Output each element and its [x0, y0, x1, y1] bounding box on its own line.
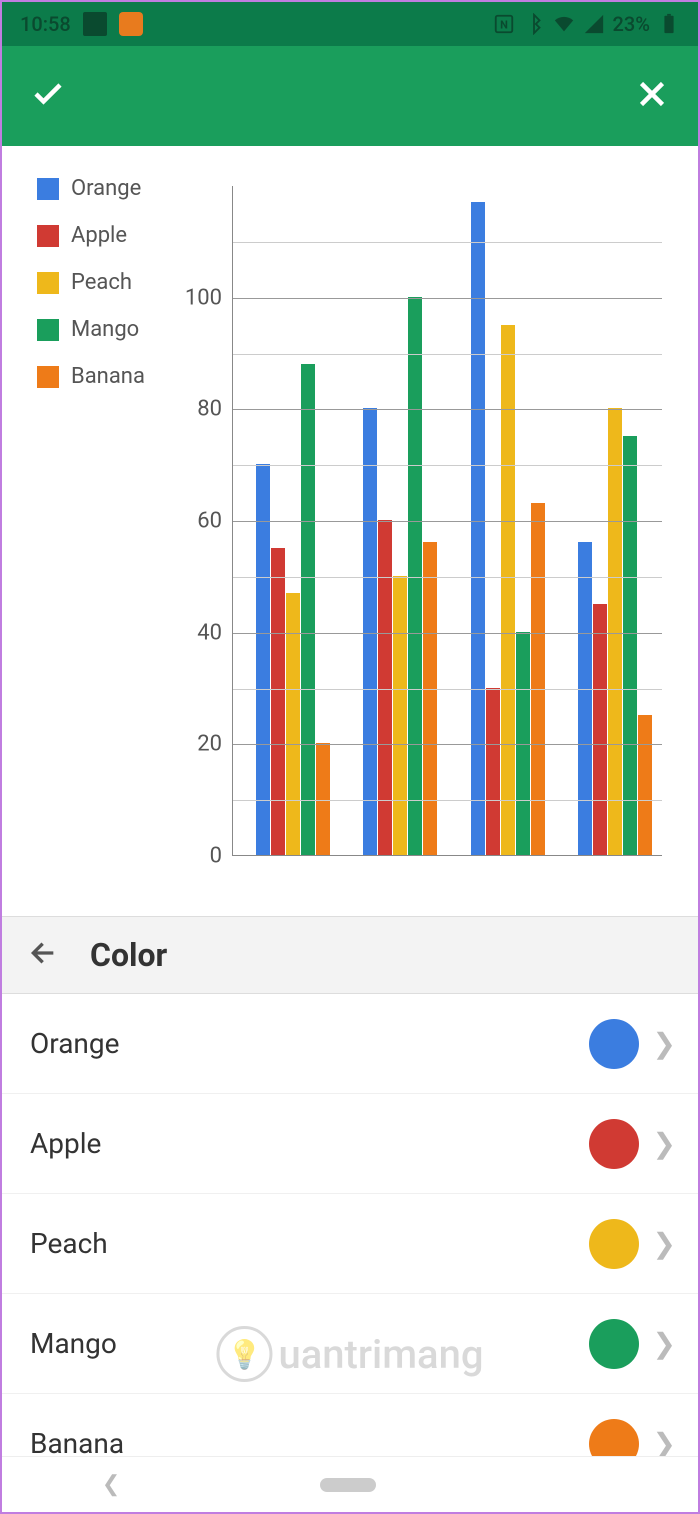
- nav-back-icon[interactable]: ❮: [102, 1472, 120, 1497]
- gridline-minor: [233, 465, 662, 466]
- bar: [301, 364, 315, 855]
- legend-swatch: [37, 319, 59, 341]
- panel-title: Color: [90, 936, 167, 974]
- bar: [501, 325, 515, 855]
- status-time: 10:58: [20, 12, 71, 36]
- chevron-right-icon: ❯: [639, 1027, 682, 1060]
- legend-item: Mango: [37, 317, 145, 342]
- legend-swatch: [37, 272, 59, 294]
- color-row[interactable]: Orange ❯: [2, 994, 698, 1094]
- confirm-button[interactable]: [30, 76, 66, 116]
- bar: [423, 542, 437, 855]
- gridline: [233, 744, 662, 745]
- bar: [638, 715, 652, 855]
- app-bar: [2, 46, 698, 146]
- legend-label: Orange: [71, 176, 141, 201]
- chevron-right-icon: ❯: [639, 1227, 682, 1260]
- bar-group: [470, 202, 545, 855]
- legend-label: Apple: [71, 223, 127, 248]
- bar: [486, 688, 500, 856]
- y-tick-label: 0: [210, 844, 222, 869]
- status-left: 10:58: [20, 12, 143, 36]
- bar-group: [363, 297, 438, 855]
- battery-icon: [658, 13, 680, 35]
- nav-home-pill[interactable]: [320, 1478, 376, 1492]
- gridline-minor: [233, 800, 662, 801]
- back-button[interactable]: [28, 937, 60, 973]
- status-right: N 23%: [493, 12, 680, 36]
- color-row-label: Peach: [30, 1227, 589, 1260]
- legend-label: Banana: [71, 364, 145, 389]
- chart-plot: 020406080100: [232, 186, 662, 856]
- color-swatch: [589, 1119, 639, 1169]
- app-icon: [119, 12, 143, 36]
- bar: [578, 542, 592, 855]
- color-swatch: [589, 1019, 639, 1069]
- panel-header: Color: [2, 916, 698, 994]
- legend-swatch: [37, 225, 59, 247]
- bar: [593, 604, 607, 855]
- nfc-icon: N: [493, 13, 515, 35]
- bar: [271, 548, 285, 855]
- gridline: [233, 633, 662, 634]
- wifi-icon: [553, 13, 575, 35]
- bar: [471, 202, 485, 855]
- chevron-right-icon: ❯: [639, 1127, 682, 1160]
- chart-legend: Orange Apple Peach Mango Banana: [37, 176, 145, 389]
- y-tick-label: 20: [197, 732, 222, 757]
- legend-item: Orange: [37, 176, 145, 201]
- gridline-minor: [233, 577, 662, 578]
- gridline: [233, 521, 662, 522]
- bar-group: [255, 364, 330, 855]
- bar: [623, 436, 637, 855]
- color-row[interactable]: Apple ❯: [2, 1094, 698, 1194]
- legend-swatch: [37, 366, 59, 388]
- bar: [531, 503, 545, 855]
- bar: [393, 576, 407, 855]
- color-swatch: [589, 1219, 639, 1269]
- legend-item: Apple: [37, 223, 145, 248]
- gridline: [233, 409, 662, 410]
- legend-label: Peach: [71, 270, 132, 295]
- bar: [408, 297, 422, 855]
- color-row[interactable]: Mango ❯: [2, 1294, 698, 1394]
- battery-percent: 23%: [613, 12, 650, 36]
- color-row-label: Orange: [30, 1027, 589, 1060]
- chevron-right-icon: ❯: [639, 1327, 682, 1360]
- color-row[interactable]: Peach ❯: [2, 1194, 698, 1294]
- legend-swatch: [37, 178, 59, 200]
- gridline-minor: [233, 242, 662, 243]
- color-swatch: [589, 1319, 639, 1369]
- bar: [516, 632, 530, 855]
- svg-text:N: N: [500, 19, 508, 32]
- chart-preview: OrangeApplePeachMangoBanana 020406080100: [2, 146, 698, 916]
- status-bar: 10:58 N 23%: [2, 2, 698, 46]
- bar: [256, 464, 270, 855]
- y-tick-label: 100: [185, 285, 222, 310]
- gallery-icon: [83, 12, 107, 36]
- legend-item: Banana: [37, 364, 145, 389]
- color-row-label: Mango: [30, 1327, 589, 1360]
- y-tick-label: 80: [197, 397, 222, 422]
- gridline-minor: [233, 354, 662, 355]
- bluetooth-icon: [523, 13, 545, 35]
- color-row-label: Apple: [30, 1127, 589, 1160]
- gridline-minor: [233, 689, 662, 690]
- signal-icon: [583, 13, 605, 35]
- color-list: Orange❯Apple❯Peach❯Mango❯Banana❯: [2, 994, 698, 1494]
- system-nav-bar: ❮: [2, 1456, 698, 1512]
- gridline: [233, 298, 662, 299]
- bar: [378, 520, 392, 855]
- legend-label: Mango: [71, 317, 139, 342]
- close-button[interactable]: [634, 76, 670, 116]
- legend-item: Peach: [37, 270, 145, 295]
- y-tick-label: 60: [197, 509, 222, 534]
- y-tick-label: 40: [197, 620, 222, 645]
